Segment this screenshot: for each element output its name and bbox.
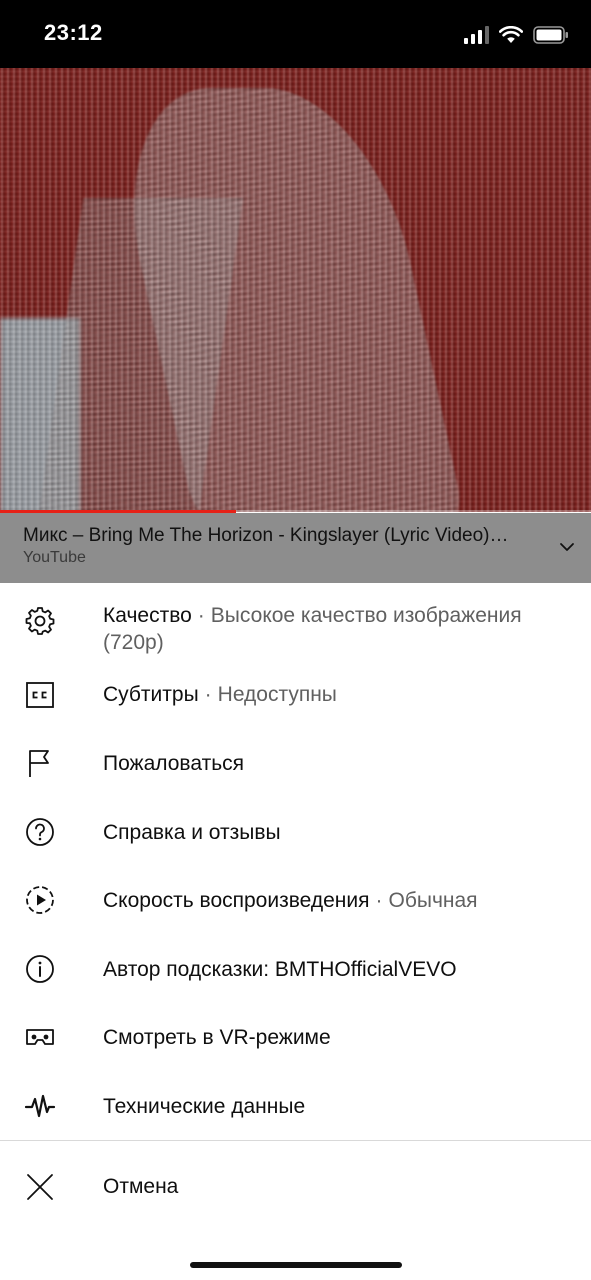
- status-bar: 23:12: [0, 0, 591, 68]
- home-indicator[interactable]: [190, 1262, 402, 1268]
- menu-item-cancel[interactable]: Отмена: [0, 1161, 591, 1209]
- menu-item-subtitles[interactable]: Субтитры · Недоступны: [0, 671, 591, 719]
- vr-headset-icon: [26, 1029, 54, 1045]
- battery-icon: [533, 26, 568, 44]
- video-player[interactable]: [0, 68, 591, 512]
- video-channel: YouTube: [23, 549, 86, 566]
- close-icon: [27, 1174, 53, 1200]
- speed-value: Обычная: [388, 889, 478, 912]
- playback-speed-icon: [26, 886, 54, 914]
- stats-pulse-icon: [24, 1094, 56, 1118]
- quality-separator: ·: [197, 604, 205, 627]
- chevron-down-icon[interactable]: [555, 535, 579, 559]
- help-label: Справка и отзывы: [103, 821, 281, 844]
- menu-item-playback-speed[interactable]: Скорость воспроизведения · Обычная: [0, 876, 591, 924]
- video-title: Микс – Bring Me The Horizon - Kingslayer…: [23, 525, 509, 546]
- cellular-signal-icon: [464, 26, 489, 44]
- subtitles-label: Субтитры: [103, 683, 199, 706]
- closed-captions-icon: [26, 682, 54, 708]
- info-icon: [26, 955, 54, 983]
- menu-item-quality[interactable]: Качество · Высокое качество изображения (7…: [0, 591, 591, 655]
- cancel-label: Отмена: [103, 1175, 179, 1198]
- menu-item-annotation-author[interactable]: Автор подсказки: BMTHOfficialVEVO: [0, 945, 591, 993]
- vr-label: Смотреть в VR-режиме: [103, 1026, 331, 1049]
- subtitles-value: Недоступны: [217, 683, 337, 706]
- menu-divider: [0, 1140, 591, 1141]
- menu-item-report[interactable]: Пожаловаться: [0, 739, 591, 787]
- annotation-label: Автор подсказки: BMTHOfficialVEVO: [103, 958, 457, 981]
- speed-label: Скорость воспроизведения: [103, 889, 370, 912]
- stats-label: Технические данные: [103, 1095, 306, 1118]
- gear-icon: [25, 607, 55, 635]
- speed-separator: ·: [375, 889, 383, 912]
- subtitles-separator: ·: [204, 683, 212, 706]
- status-icons: [464, 24, 569, 46]
- status-time: 23:12: [44, 20, 103, 45]
- quality-label: Качество: [103, 604, 192, 627]
- menu-item-vr[interactable]: Смотреть в VR-режиме: [0, 1013, 591, 1061]
- wifi-icon: [499, 26, 523, 43]
- help-icon: [26, 818, 54, 846]
- report-label: Пожаловаться: [103, 752, 245, 775]
- menu-item-help[interactable]: Справка и отзывы: [0, 808, 591, 856]
- menu-item-stats[interactable]: Технические данные: [0, 1082, 591, 1130]
- mini-player-bar[interactable]: Микс – Bring Me The Horizon - Kingslayer…: [0, 513, 591, 583]
- flag-icon: [29, 750, 49, 777]
